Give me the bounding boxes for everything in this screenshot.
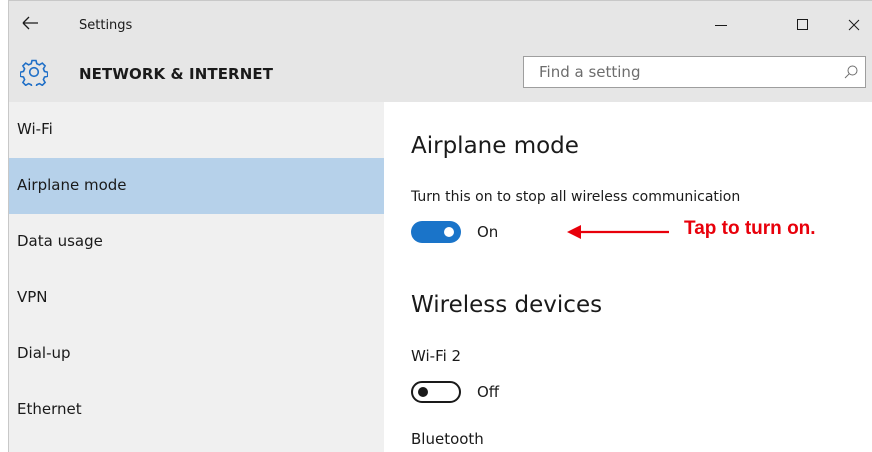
search-icon[interactable] <box>843 64 859 80</box>
sidebar-item-label: VPN <box>17 288 48 306</box>
airplane-mode-toggle-label: On <box>477 223 499 241</box>
callout-arrow-icon <box>567 225 669 239</box>
minimize-icon <box>715 25 727 26</box>
sidebar-item-label: Ethernet <box>17 400 82 418</box>
sidebar-item-vpn[interactable]: VPN <box>9 270 384 326</box>
back-arrow-icon[interactable] <box>19 12 41 34</box>
sidebar-item-dial-up[interactable]: Dial-up <box>9 326 384 382</box>
maximize-button[interactable] <box>780 9 826 41</box>
gear-icon <box>20 59 48 86</box>
toggle-knob <box>418 387 428 397</box>
sidebar-item-label: Data usage <box>17 232 103 250</box>
wifi2-toggle-label: Off <box>477 383 500 401</box>
search-box[interactable] <box>523 56 866 88</box>
window-title: Settings <box>79 18 133 33</box>
callout-text: Tap to turn on. <box>684 218 816 239</box>
maximize-icon <box>797 19 808 30</box>
sidebar-item-data-usage[interactable]: Data usage <box>9 214 384 270</box>
airplane-mode-heading: Airplane mode <box>411 133 579 159</box>
bluetooth-label: Bluetooth <box>411 430 484 448</box>
wifi2-toggle[interactable] <box>411 381 461 403</box>
minimize-button[interactable] <box>698 9 744 41</box>
close-icon <box>848 19 860 31</box>
sidebar-item-ethernet[interactable]: Ethernet <box>9 382 384 438</box>
toggle-knob <box>444 227 454 237</box>
sidebar-item-label: Wi-Fi <box>17 120 53 138</box>
sidebar-item-wifi[interactable]: Wi-Fi <box>9 102 384 158</box>
sidebar-item-label: Dial-up <box>17 344 71 362</box>
sidebar-item-label: Airplane mode <box>17 176 127 194</box>
section-title: NETWORK & INTERNET <box>79 65 274 83</box>
wireless-devices-heading: Wireless devices <box>411 292 603 318</box>
sidebar: Wi-Fi Airplane mode Data usage VPN Dial-… <box>9 102 384 452</box>
search-input[interactable] <box>524 57 839 87</box>
airplane-mode-description: Turn this on to stop all wireless commun… <box>411 189 741 205</box>
airplane-mode-toggle[interactable] <box>411 221 461 243</box>
wifi2-label: Wi-Fi 2 <box>411 347 462 365</box>
header: Settings NETWORK & INTERNET <box>9 1 872 102</box>
main-content: Airplane mode Turn this on to stop all w… <box>384 102 872 452</box>
title-bar: Settings <box>9 1 872 49</box>
close-button[interactable] <box>831 9 872 41</box>
sidebar-item-airplane-mode[interactable]: Airplane mode <box>9 158 384 214</box>
